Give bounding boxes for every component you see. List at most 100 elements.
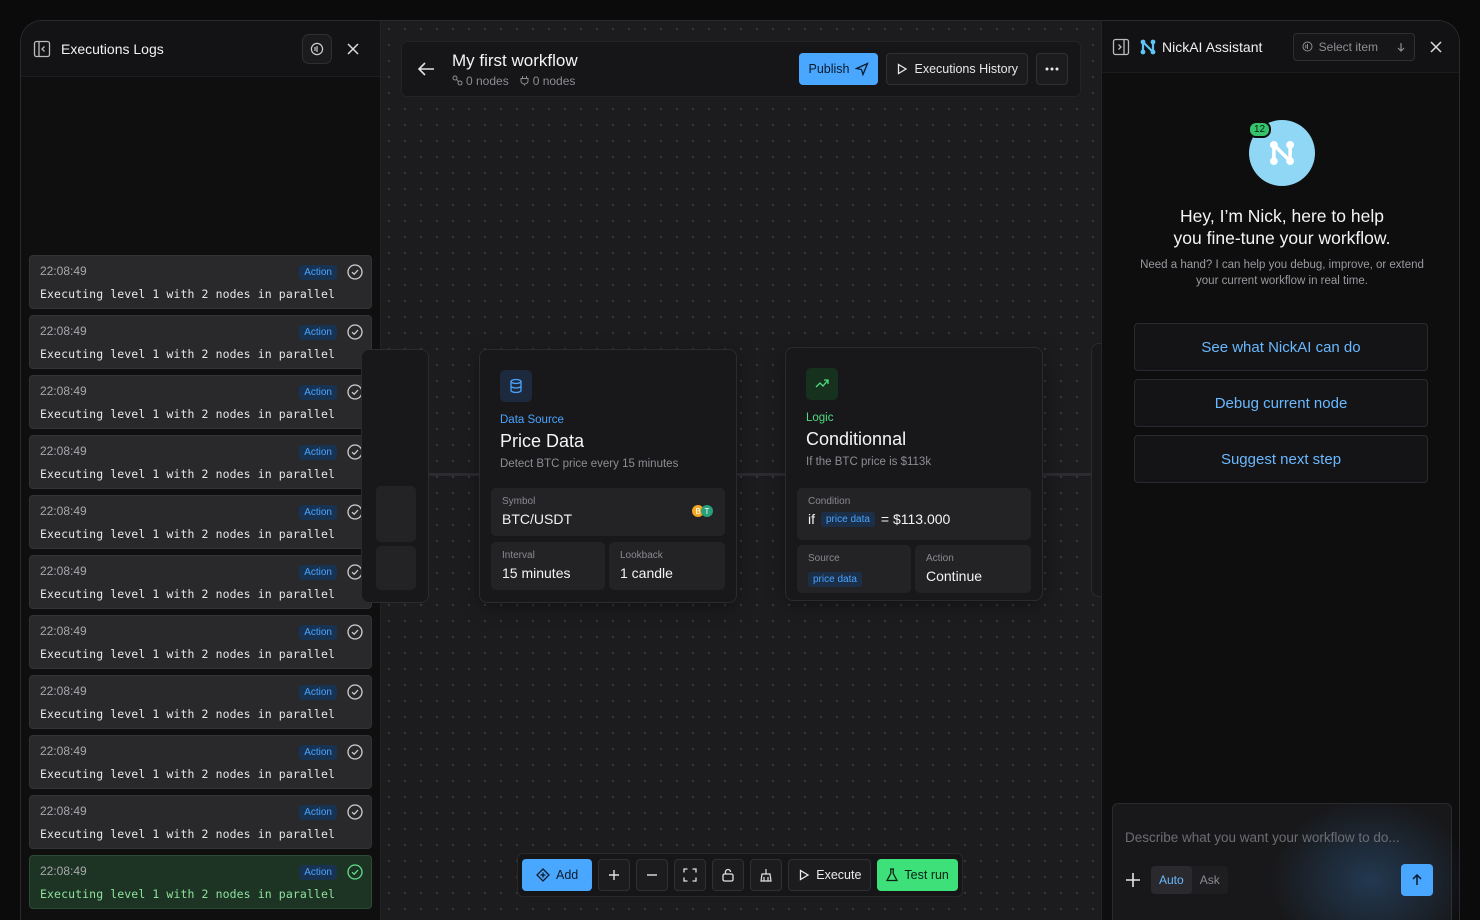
fit-view-button[interactable] [674,859,707,891]
close-logs-button[interactable] [338,34,368,64]
back-arrow-icon[interactable] [414,57,438,81]
execute-button[interactable]: Execute [788,859,872,891]
greeting-line-2: you fine-tune your workflow. [1173,228,1391,248]
broom-icon [760,869,772,882]
log-item-latest[interactable]: 22:08:49 Action Executing level 1 with 2… [29,855,372,909]
chat-input[interactable]: Describe what you want your workflow to … [1125,830,1400,845]
chat-composer[interactable]: Describe what you want your workflow to … [1112,800,1459,920]
publish-button[interactable]: Publish [799,53,879,85]
diamond-plus-icon [536,868,550,882]
source-field[interactable]: Source price data [797,545,911,593]
log-item[interactable]: 22:08:49 Action Executing level 1 with 2… [29,255,372,309]
log-badge: Action [299,385,337,400]
plug-icon [520,76,529,86]
add-node-button[interactable]: Add [522,859,593,891]
action-value: Continue [926,568,983,584]
executions-history-button[interactable]: Executions History [886,53,1028,85]
close-assistant-button[interactable] [1421,32,1451,62]
action-field[interactable]: Action Continue [915,545,1031,593]
log-item[interactable]: 22:08:49 Action Executing level 1 with 2… [29,615,372,669]
assistant-avatar: 12 [1248,120,1315,186]
collapse-panel-icon[interactable] [1112,38,1130,56]
log-badge: Action [299,805,337,820]
mode-ask[interactable]: Ask [1192,866,1228,894]
workflow-canvas[interactable]: My first workflow 0 nodes 0 nodes Publis… [361,21,1132,920]
log-message: Executing level 1 with 2 nodes in parall… [40,587,335,601]
source-label: Source [808,553,840,564]
node-field [376,546,416,590]
log-item[interactable]: 22:08:49 Action Executing level 1 with 2… [29,315,372,369]
log-message: Executing level 1 with 2 nodes in parall… [40,647,335,661]
log-badge: Action [299,445,337,460]
condition-field[interactable]: Condition if price data = $113.000 [797,488,1031,540]
suggestion-next-step[interactable]: Suggest next step [1134,435,1428,483]
select-item-dropdown[interactable]: Select item [1292,32,1415,61]
source-chip: price data [808,572,862,587]
unlock-icon [722,868,734,882]
coin-pair-icon: B T [692,505,713,517]
lookback-field[interactable]: Lookback 1 candle [609,542,725,590]
publish-label: Publish [808,62,850,76]
assistant-header: NickAI Assistant Select item [1102,21,1459,73]
plus-icon [609,870,620,880]
node-kind: Data Source [500,414,564,426]
zoom-in-button[interactable] [598,859,631,891]
log-item[interactable]: 22:08:49 Action Executing level 1 with 2… [29,675,372,729]
log-message: Executing level 1 with 2 nodes in parall… [40,287,335,301]
nodes-icon [452,75,463,86]
mode-auto[interactable]: Auto [1151,866,1192,894]
check-circle-icon [347,684,363,700]
condition-value: = $113.000 [880,511,951,527]
more-options-button[interactable] [1036,53,1068,85]
send-button[interactable] [1401,864,1433,896]
log-message: Executing level 1 with 2 nodes in parall… [40,467,335,481]
canvas-toolbar: Add Execute Test run [517,853,963,897]
suggestion-see-capabilities[interactable]: See what NickAI can do [1134,323,1428,371]
greeting-line-1: Hey, I’m Nick, here to help [1180,206,1384,226]
condition-label: Condition [808,496,851,507]
workflow-topbar: My first workflow 0 nodes 0 nodes Publis… [401,41,1081,97]
workflow-heading: My first workflow 0 nodes 0 nodes [452,51,578,88]
check-circle-icon [347,624,363,640]
node-partial-left[interactable] [361,349,429,603]
play-icon [898,63,908,75]
log-item[interactable]: 22:08:49 Action Executing level 1 with 2… [29,375,372,429]
zoom-out-button[interactable] [636,859,669,891]
svg-text:B: B [695,507,700,516]
database-icon [500,370,532,402]
composer-glow [1271,800,1459,920]
test-run-label: Test run [904,868,949,882]
mode-toggle: Auto Ask [1151,866,1228,894]
log-badge: Action [299,505,337,520]
close-icon [1430,40,1442,53]
log-item[interactable]: 22:08:49 Action Executing level 1 with 2… [29,735,372,789]
subtitle-line-2: your current workflow in real time. [1196,275,1368,287]
log-item[interactable]: 22:08:49 Action Executing level 1 with 2… [29,495,372,549]
log-item[interactable]: 22:08:49 Action Executing level 1 with 2… [29,555,372,609]
lookback-label: Lookback [620,550,663,561]
log-message: Executing level 1 with 2 nodes in parall… [40,827,335,841]
symbol-field[interactable]: Symbol BTC/USDT B T [491,488,725,536]
app-window: Executions Logs 22:08:49 Action Executin… [20,20,1460,920]
attach-plus-icon[interactable] [1123,870,1143,890]
check-circle-icon [347,744,363,760]
node-price-data[interactable]: Data Source Price Data Detect BTC price … [479,349,737,603]
edge-connector [735,473,785,476]
lock-button[interactable] [712,859,745,891]
condition-expression: if price data = $113.000 [808,511,1020,527]
logs-title: Executions Logs [61,40,164,57]
suggestion-debug-node[interactable]: Debug current node [1134,379,1428,427]
test-run-button[interactable]: Test run [877,859,958,891]
node-field [376,486,416,542]
assistant-greeting: Hey, I’m Nick, here to help you fine-tun… [1102,205,1459,249]
log-item[interactable]: 22:08:49 Action Executing level 1 with 2… [29,795,372,849]
send-icon [855,62,870,76]
tidy-layout-button[interactable] [750,859,783,891]
collapse-panel-icon[interactable] [33,40,51,58]
logs-settings-button[interactable] [302,33,332,64]
interval-field[interactable]: Interval 15 minutes [491,542,605,590]
log-item[interactable]: 22:08:49 Action Executing level 1 with 2… [29,435,372,489]
history-label: Executions History [914,62,1018,76]
node-conditional[interactable]: Logic Conditionnal If the BTC price is $… [785,347,1043,601]
edge-connector [1041,473,1091,476]
